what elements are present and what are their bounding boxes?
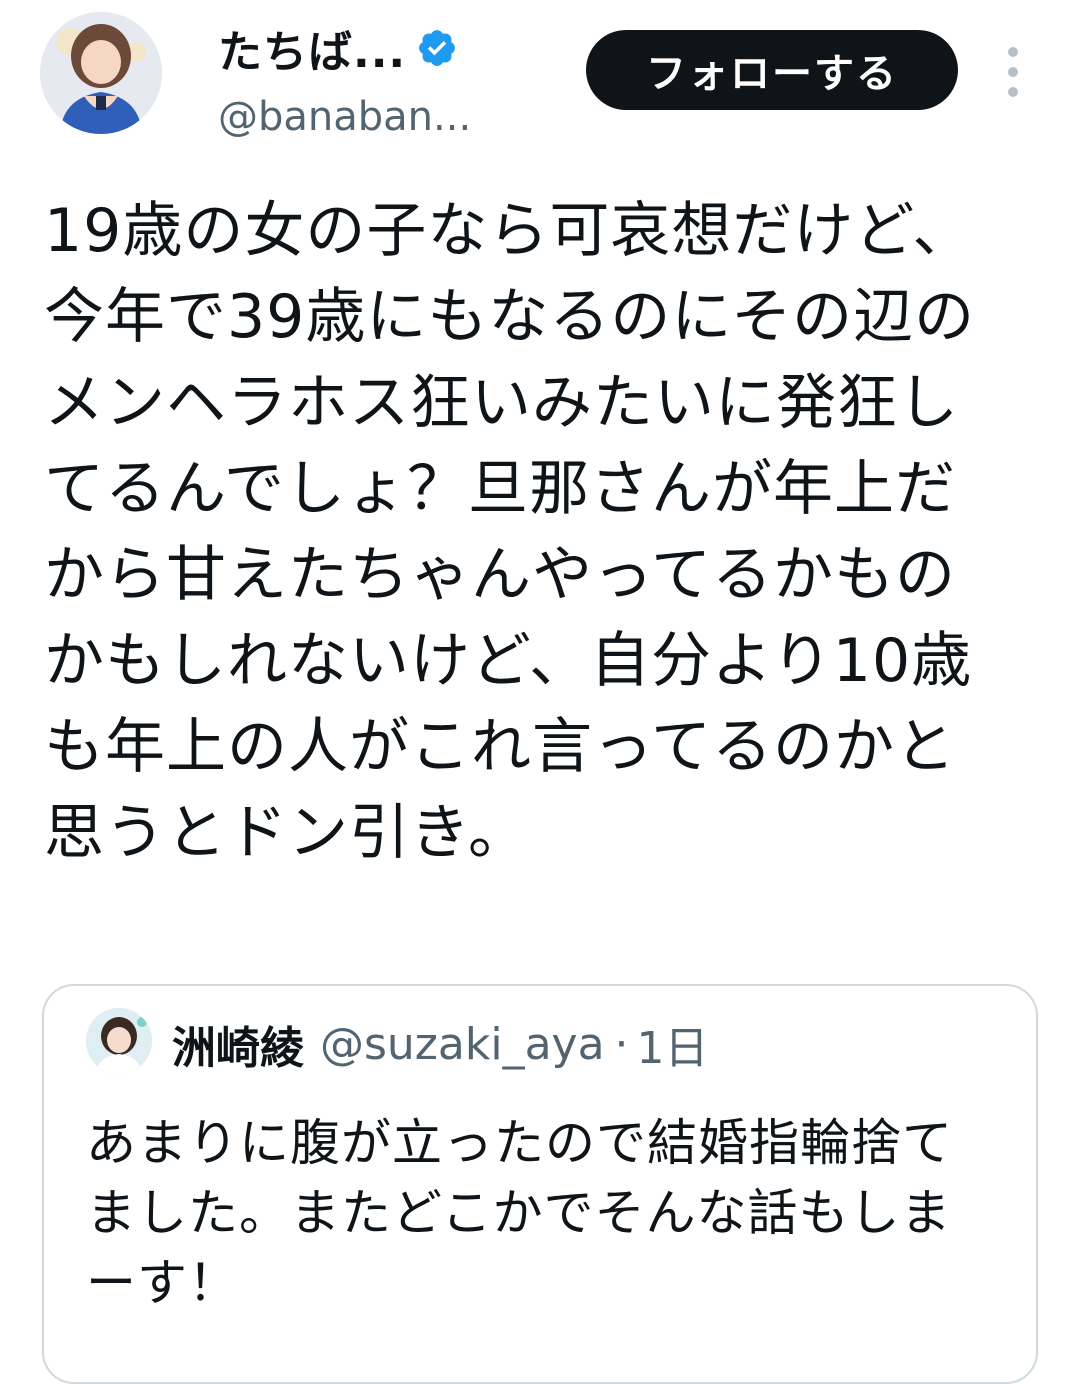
profile-photo-icon: [40, 12, 162, 134]
quoted-tweet-card[interactable]: 洲崎綾 @suzaki_aya · 1日 あまりに腹が立ったので結婚指輪捨てまし…: [42, 984, 1038, 1384]
quoted-author-avatar[interactable]: [86, 1008, 152, 1074]
quoted-tweet-time[interactable]: 1日: [637, 1012, 709, 1076]
quoted-author-handle[interactable]: @suzaki_aya: [320, 1019, 605, 1070]
author-avatar[interactable]: [40, 12, 162, 134]
quoted-author-name[interactable]: 洲崎綾: [172, 1012, 304, 1076]
vertical-dots-icon[interactable]: [1000, 44, 1026, 100]
verified-badge-icon: [419, 30, 456, 66]
quoted-tweet-header: 洲崎綾 @suzaki_aya · 1日: [172, 1012, 709, 1076]
author-display-name[interactable]: たちば...: [218, 16, 406, 80]
quoted-tweet-text: あまりに腹が立ったので結婚指輪捨てました。またどこかでそんな話もしまーす！: [86, 1114, 953, 1312]
author-handle[interactable]: @banaban...: [218, 94, 471, 140]
follow-button[interactable]: フォローする: [586, 30, 958, 110]
author-name-row[interactable]: たちば...: [218, 22, 458, 78]
separator-dot: ·: [614, 1018, 629, 1070]
profile-photo-icon: [86, 1008, 152, 1074]
tweet-text: 19歳の女の子なら可哀想だけど、今年で39歳にもなるのにその辺のメンヘラホス狂い…: [44, 196, 976, 868]
